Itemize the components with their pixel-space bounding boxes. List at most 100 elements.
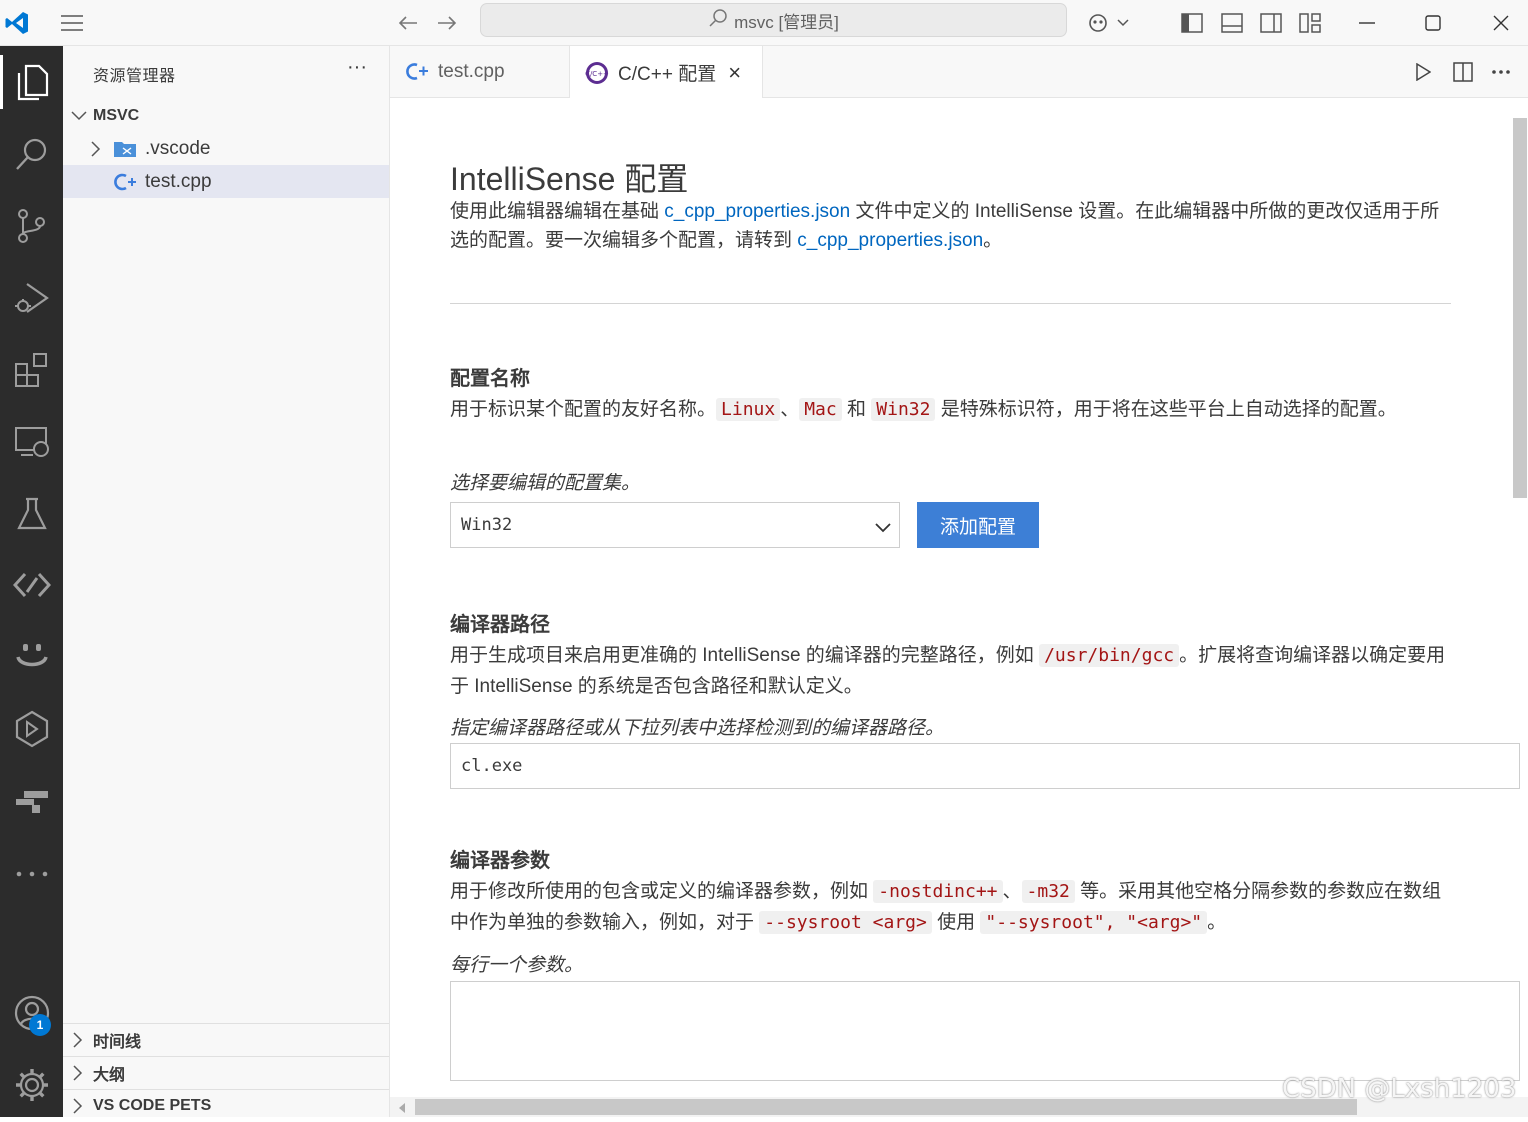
chevron-right-icon (73, 1065, 93, 1081)
live-share-icon[interactable] (0, 554, 63, 616)
tab-close-icon[interactable]: × (728, 60, 741, 86)
code-gcc-path: /usr/bin/gcc (1039, 644, 1180, 667)
explorer-icon[interactable] (0, 51, 63, 113)
folder-root-msvc[interactable]: MSVC (63, 99, 389, 132)
source-control-icon[interactable] (0, 195, 63, 257)
tree-item-vscode-folder[interactable]: .vscode (63, 132, 389, 165)
back-arrow-icon[interactable] (394, 0, 422, 46)
chevron-right-icon (73, 1098, 93, 1114)
tree-item-label: test.cpp (145, 170, 212, 192)
extensions-icon[interactable] (0, 339, 63, 401)
search-icon (708, 8, 728, 33)
watermark: CSDN @Lxsh1203 (1282, 1074, 1517, 1104)
sidebar-more-actions[interactable]: ··· (347, 56, 367, 79)
code-sysroot-array: "--sysroot", "<arg>" (980, 911, 1208, 934)
title-bar: msvc [管理员] (0, 0, 1528, 46)
customize-layout-icon[interactable] (1298, 0, 1322, 46)
minimize-icon[interactable] (1352, 0, 1382, 46)
tree-item-test-cpp[interactable]: test.cpp (63, 165, 389, 198)
chevron-down-icon (71, 110, 93, 121)
compiler-args-textarea[interactable] (450, 981, 1520, 1081)
scroll-left-arrow-icon[interactable] (398, 1101, 406, 1119)
copilot-icon[interactable] (1084, 0, 1134, 46)
cube-icon[interactable] (0, 698, 63, 760)
remote-explorer-icon[interactable] (0, 411, 63, 473)
code-nostdinc: -nostdinc++ (873, 880, 1003, 903)
intro-link-json[interactable]: c_cpp_properties.json (664, 201, 850, 222)
desc-text: 和 (841, 399, 872, 420)
add-config-button[interactable]: 添加配置 (917, 502, 1039, 548)
config-select-hint: 选择要编辑的配置集。 (450, 473, 641, 494)
code-linux: Linux (716, 398, 781, 421)
pane-label: 时间线 (93, 1034, 142, 1051)
toggle-panel-icon[interactable] (1220, 0, 1244, 46)
intro-text: 使用此编辑器编辑在基础 (450, 201, 665, 222)
compiler-path-description: 用于生成项目来启用更准确的 IntelliSense 的编译器的完整路径，例如 … (450, 640, 1450, 702)
svg-text:C/C++: C/C++ (585, 70, 609, 78)
section-title-compiler-path: 编译器路径 (450, 614, 550, 636)
intro-text: 。 (983, 230, 1003, 251)
run-icon[interactable] (1410, 50, 1436, 94)
pane-label: VS CODE PETS (93, 1097, 212, 1114)
activity-bar: 1 (0, 46, 63, 1117)
forward-arrow-icon[interactable] (433, 0, 461, 46)
desc-text: 使用 (931, 912, 981, 933)
compiler-args-description: 用于修改所使用的包含或定义的编译器参数，例如 -nostdinc++、 -m32 … (450, 876, 1460, 938)
chevron-right-icon (73, 1032, 93, 1048)
tools-icon[interactable] (0, 769, 63, 831)
tree-item-label: .vscode (145, 137, 211, 159)
chevron-right-icon (91, 140, 113, 157)
editor-more-actions-icon[interactable] (1488, 50, 1514, 94)
desc-text: 是特殊标识符，用于将在这些平台上自动选择的配置。 (935, 399, 1397, 420)
accounts-icon[interactable] (0, 982, 63, 1044)
vscode-logo-icon (0, 0, 34, 46)
pane-outline[interactable]: 大纲 (63, 1056, 389, 1089)
pane-timeline[interactable]: 时间线 (63, 1023, 389, 1056)
section-title-compiler-args: 编译器参数 (450, 850, 550, 872)
config-select-value: Win32 (461, 515, 513, 535)
folder-root-label: MSVC (93, 106, 140, 124)
more-views-icon[interactable] (0, 843, 63, 905)
tab-label: C/C++ 配置 (618, 64, 717, 85)
horizontal-scrollbar[interactable] (415, 1099, 1357, 1115)
smiley-icon[interactable] (0, 626, 63, 688)
settings-editor: IntelliSense 配置 使用此编辑器编辑在基础 c_cpp_proper… (390, 98, 1528, 1117)
tab-cpp-config[interactable]: C/C++ C/C++ 配置 × (570, 46, 763, 99)
command-center-search[interactable]: msvc [管理员] (480, 3, 1067, 37)
intro-description: 使用此编辑器编辑在基础 c_cpp_properties.json 文件中定义的… (450, 197, 1450, 255)
cpp-file-icon (113, 172, 145, 192)
cpp-file-icon (404, 61, 438, 83)
desc-text: 用于生成项目来启用更准确的 IntelliSense 的编译器的完整路径，例如 (450, 645, 1040, 666)
split-editor-icon[interactable] (1450, 50, 1476, 94)
toggle-secondary-sidebar-icon[interactable] (1259, 0, 1283, 46)
vscode-folder-icon (113, 140, 145, 158)
vertical-scrollbar[interactable] (1513, 118, 1527, 498)
search-icon[interactable] (0, 123, 63, 185)
compiler-path-input[interactable]: cl.exe (450, 743, 1520, 789)
code-m32: -m32 (1021, 880, 1075, 903)
command-center-text: msvc [管理员] (734, 12, 839, 32)
desc-text: 用于标识某个配置的友好名称。 (450, 399, 717, 420)
toggle-primary-sidebar-icon[interactable] (1180, 0, 1204, 46)
desc-text: 、 (780, 399, 800, 420)
code-mac: Mac (799, 398, 842, 421)
sidebar-title: 资源管理器 (93, 68, 176, 85)
maximize-icon[interactable] (1418, 0, 1448, 46)
config-select-dropdown[interactable]: Win32 (450, 502, 900, 548)
pane-label: 大纲 (93, 1067, 126, 1084)
explorer-sidebar: 资源管理器 ··· MSVC .vscode test.cpp 时间线 大纲 V… (63, 46, 390, 1117)
manage-gear-icon[interactable] (0, 1054, 63, 1116)
cpp-extension-icon: C/C++ (584, 60, 618, 86)
tab-test-cpp[interactable]: test.cpp (390, 46, 570, 98)
code-sysroot-arg: --sysroot <arg> (759, 911, 932, 934)
accounts-badge: 1 (29, 1014, 51, 1036)
menu-icon[interactable] (56, 0, 88, 46)
desc-text: 。 (1207, 912, 1227, 933)
testing-icon[interactable] (0, 483, 63, 545)
page-title: IntelliSense 配置 (450, 161, 689, 197)
pane-vscode-pets[interactable]: VS CODE PETS (63, 1089, 389, 1122)
intro-link-json-2[interactable]: c_cpp_properties.json (797, 230, 983, 251)
close-window-icon[interactable] (1486, 0, 1516, 46)
run-and-debug-icon[interactable] (0, 267, 63, 329)
code-win32: Win32 (871, 398, 936, 421)
